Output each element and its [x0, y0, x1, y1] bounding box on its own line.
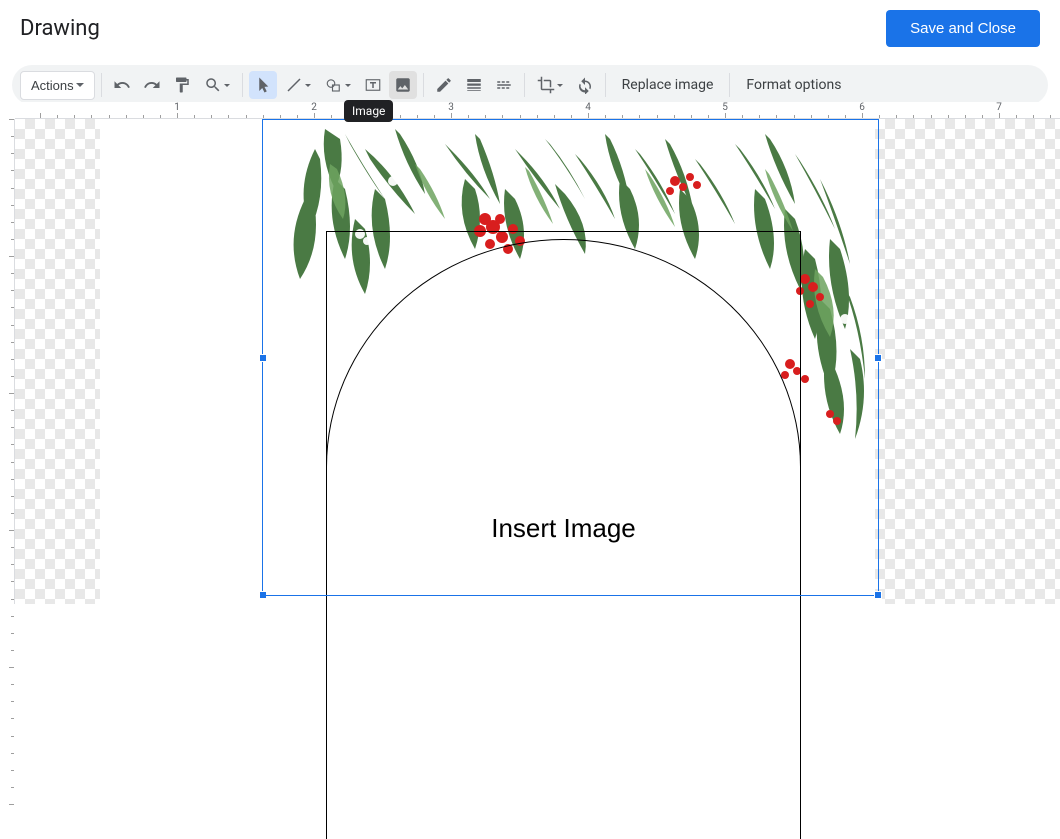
reset-image-button[interactable]	[571, 71, 599, 99]
separator	[101, 73, 102, 97]
line-tool-button[interactable]	[279, 71, 317, 99]
ruler-label: 6	[859, 102, 865, 113]
select-tool-button[interactable]	[249, 71, 277, 99]
actions-label: Actions	[31, 78, 74, 93]
ruler-label: 1	[174, 102, 180, 113]
caret-down-icon	[224, 84, 230, 87]
shapes-icon	[325, 76, 343, 94]
ruler-label: 7	[996, 102, 1002, 113]
separator	[605, 73, 606, 97]
redo-button[interactable]	[138, 71, 166, 99]
toolbar: Actions	[12, 65, 1048, 105]
line-dash-icon	[495, 76, 513, 94]
line-icon	[285, 76, 303, 94]
undo-button[interactable]	[108, 71, 136, 99]
ruler-label: 5	[722, 102, 728, 113]
pencil-icon	[435, 76, 453, 94]
zoom-button[interactable]	[198, 71, 236, 99]
zoom-icon	[204, 76, 222, 94]
crop-button[interactable]	[531, 71, 569, 99]
replace-image-button[interactable]: Replace image	[612, 71, 724, 99]
caret-down-icon	[305, 84, 311, 87]
crop-icon	[537, 76, 555, 94]
text-box-icon	[364, 76, 382, 94]
undo-icon	[113, 76, 131, 94]
paint-roller-icon	[173, 76, 191, 94]
canvas-area: 1 2 3 4 5 6 7	[0, 102, 1060, 604]
page-title: Drawing	[20, 16, 100, 41]
border-color-button[interactable]	[430, 71, 458, 99]
separator	[423, 73, 424, 97]
save-and-close-button[interactable]: Save and Close	[886, 10, 1040, 47]
selection-dash	[263, 595, 878, 596]
selection-box[interactable]	[262, 119, 879, 596]
caret-down-icon	[557, 84, 563, 87]
image-tooltip: Image	[344, 100, 393, 122]
ruler-label: 4	[585, 102, 591, 113]
ruler-label: 3	[448, 102, 454, 113]
ruler-label: 2	[311, 102, 317, 113]
canvas[interactable]: Insert Image	[15, 119, 1060, 604]
cursor-icon	[254, 76, 272, 94]
horizontal-ruler[interactable]: 1 2 3 4 5 6 7	[15, 102, 1060, 119]
format-options-button[interactable]: Format options	[736, 71, 851, 99]
caret-down-icon	[345, 84, 351, 87]
reset-image-icon	[576, 76, 594, 94]
line-weight-icon	[465, 76, 483, 94]
border-weight-button[interactable]	[460, 71, 488, 99]
caret-down-icon	[76, 83, 84, 87]
image-icon	[394, 76, 412, 94]
text-box-button[interactable]	[359, 71, 387, 99]
shape-tool-button[interactable]	[319, 71, 357, 99]
separator	[729, 73, 730, 97]
vertical-ruler[interactable]	[0, 119, 15, 604]
resize-handle-w[interactable]	[259, 354, 267, 362]
separator	[242, 73, 243, 97]
image-button[interactable]	[389, 71, 417, 99]
border-dash-button[interactable]	[490, 71, 518, 99]
redo-icon	[143, 76, 161, 94]
paint-format-button[interactable]	[168, 71, 196, 99]
resize-handle-e[interactable]	[874, 354, 882, 362]
actions-menu-button[interactable]: Actions	[20, 71, 95, 100]
separator	[524, 73, 525, 97]
